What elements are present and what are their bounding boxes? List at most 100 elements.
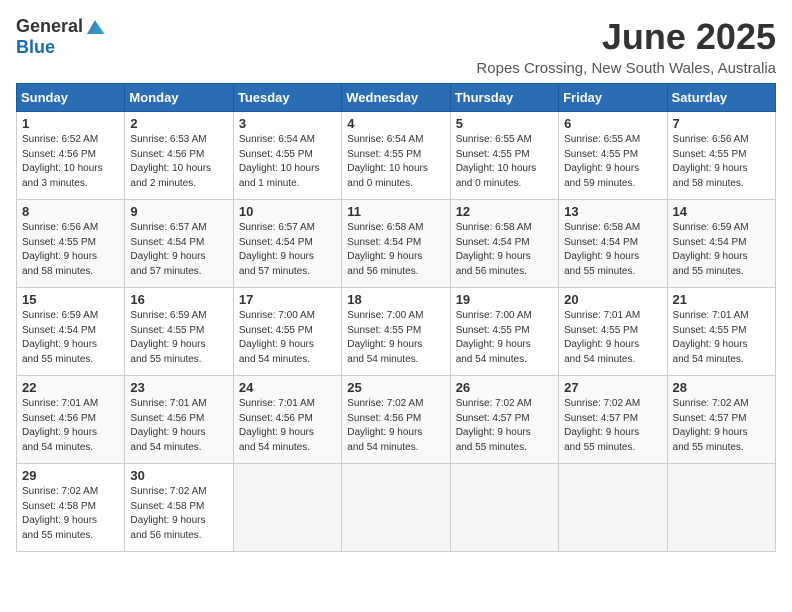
day-info: Sunrise: 6:56 AMSunset: 4:55 PMDaylight:… [22,221,119,279]
logo: General Blue [16,16,105,58]
calendar-cell: 26 Sunrise: 7:02 AMSunset: 4:57 PMDayligh… [450,376,558,464]
day-info: Sunrise: 6:57 AMSunset: 4:54 PMDaylight:… [239,221,336,279]
weekday-header-friday: Friday [559,84,667,112]
day-number: 18 [347,292,444,307]
day-info: Sunrise: 7:00 AMSunset: 4:55 PMDaylight:… [456,309,553,367]
day-number: 23 [130,380,227,395]
day-info: Sunrise: 6:54 AMSunset: 4:55 PMDaylight:… [347,133,444,191]
day-info: Sunrise: 6:52 AMSunset: 4:56 PMDaylight:… [22,133,119,191]
day-number: 11 [347,204,444,219]
calendar-cell: 8Sunrise: 6:56 AMSunset: 4:55 PMDaylight… [17,200,125,288]
calendar-cell: 29 Sunrise: 7:02 AMSunset: 4:58 PMDayligh… [17,464,125,552]
calendar-cell: 7Sunrise: 6:56 AMSunset: 4:55 PMDaylight… [667,112,775,200]
calendar-week-row: 29 Sunrise: 7:02 AMSunset: 4:58 PMDayligh… [17,464,776,552]
calendar-cell: 25 Sunrise: 7:02 AMSunset: 4:56 PMDayligh… [342,376,450,464]
calendar-cell: 14 Sunrise: 6:59 AMSunset: 4:54 PMDayligh… [667,200,775,288]
calendar-cell: 16 Sunrise: 6:59 AMSunset: 4:55 PMDayligh… [125,288,233,376]
day-number: 28 [673,380,770,395]
day-number: 13 [564,204,661,219]
calendar-cell: 18 Sunrise: 7:00 AMSunset: 4:55 PMDayligh… [342,288,450,376]
calendar-cell: 24Sunrise: 7:01 AMSunset: 4:56 PMDayligh… [233,376,341,464]
calendar-cell: 10 Sunrise: 6:57 AMSunset: 4:54 PMDayligh… [233,200,341,288]
day-number: 2 [130,116,227,131]
day-info: Sunrise: 7:01 AMSunset: 4:56 PMDaylight:… [22,397,119,455]
weekday-header-wednesday: Wednesday [342,84,450,112]
calendar-body: 1 Sunrise: 6:52 AMSunset: 4:56 PMDaylight… [17,112,776,552]
calendar-cell: 22 Sunrise: 7:01 AMSunset: 4:56 PMDayligh… [17,376,125,464]
logo-general-text: General [16,16,83,37]
day-info: Sunrise: 7:01 AMSunset: 4:56 PMDaylight:… [239,397,336,455]
day-info: Sunrise: 6:53 AMSunset: 4:56 PMDaylight:… [130,133,227,191]
day-info: Sunrise: 6:59 AMSunset: 4:54 PMDaylight:… [22,309,119,367]
weekday-header-tuesday: Tuesday [233,84,341,112]
calendar-cell: 30 Sunrise: 7:02 AMSunset: 4:58 PMDayligh… [125,464,233,552]
calendar-header: SundayMondayTuesdayWednesdayThursdayFrid… [17,84,776,112]
weekday-header-row: SundayMondayTuesdayWednesdayThursdayFrid… [17,84,776,112]
day-number: 3 [239,116,336,131]
calendar-cell [342,464,450,552]
day-info: Sunrise: 7:02 AMSunset: 4:56 PMDaylight:… [347,397,444,455]
day-number: 30 [130,468,227,483]
calendar-week-row: 15 Sunrise: 6:59 AMSunset: 4:54 PMDayligh… [17,288,776,376]
title-area: June 2025 Ropes Crossing, New South Wale… [476,16,776,77]
calendar-cell [233,464,341,552]
calendar-cell: 17Sunrise: 7:00 AMSunset: 4:55 PMDayligh… [233,288,341,376]
calendar-cell: 3Sunrise: 6:54 AMSunset: 4:55 PMDaylight… [233,112,341,200]
day-number: 25 [347,380,444,395]
logo-icon [85,18,105,36]
header: General Blue June 2025 Ropes Crossing, N… [16,16,776,77]
calendar-cell: 5 Sunrise: 6:55 AMSunset: 4:55 PMDaylight… [450,112,558,200]
calendar-cell: 27 Sunrise: 7:02 AMSunset: 4:57 PMDayligh… [559,376,667,464]
calendar-week-row: 1 Sunrise: 6:52 AMSunset: 4:56 PMDaylight… [17,112,776,200]
day-info: Sunrise: 6:55 AMSunset: 4:55 PMDaylight:… [456,133,553,191]
weekday-header-sunday: Sunday [17,84,125,112]
day-info: Sunrise: 6:59 AMSunset: 4:55 PMDaylight:… [130,309,227,367]
calendar-cell [450,464,558,552]
location-title: Ropes Crossing, New South Wales, Austral… [476,60,776,77]
day-info: Sunrise: 7:02 AMSunset: 4:57 PMDaylight:… [456,397,553,455]
calendar-week-row: 8Sunrise: 6:56 AMSunset: 4:55 PMDaylight… [17,200,776,288]
day-number: 6 [564,116,661,131]
day-number: 27 [564,380,661,395]
day-info: Sunrise: 7:02 AMSunset: 4:57 PMDaylight:… [673,397,770,455]
calendar-cell: 13 Sunrise: 6:58 AMSunset: 4:54 PMDayligh… [559,200,667,288]
day-info: Sunrise: 7:00 AMSunset: 4:55 PMDaylight:… [347,309,444,367]
day-info: Sunrise: 7:01 AMSunset: 4:55 PMDaylight:… [564,309,661,367]
day-info: Sunrise: 6:57 AMSunset: 4:54 PMDaylight:… [130,221,227,279]
calendar-cell: 15 Sunrise: 6:59 AMSunset: 4:54 PMDayligh… [17,288,125,376]
day-number: 29 [22,468,119,483]
day-number: 21 [673,292,770,307]
day-info: Sunrise: 6:59 AMSunset: 4:54 PMDaylight:… [673,221,770,279]
day-number: 16 [130,292,227,307]
day-number: 22 [22,380,119,395]
calendar-cell: 23 Sunrise: 7:01 AMSunset: 4:56 PMDayligh… [125,376,233,464]
day-info: Sunrise: 7:02 AMSunset: 4:58 PMDaylight:… [130,485,227,543]
day-info: Sunrise: 7:01 AMSunset: 4:55 PMDaylight:… [673,309,770,367]
day-info: Sunrise: 6:58 AMSunset: 4:54 PMDaylight:… [564,221,661,279]
day-number: 9 [130,204,227,219]
day-number: 1 [22,116,119,131]
calendar-cell: 2 Sunrise: 6:53 AMSunset: 4:56 PMDaylight… [125,112,233,200]
day-number: 26 [456,380,553,395]
day-number: 10 [239,204,336,219]
day-number: 12 [456,204,553,219]
day-info: Sunrise: 7:02 AMSunset: 4:57 PMDaylight:… [564,397,661,455]
day-info: Sunrise: 7:01 AMSunset: 4:56 PMDaylight:… [130,397,227,455]
day-number: 5 [456,116,553,131]
day-info: Sunrise: 7:02 AMSunset: 4:58 PMDaylight:… [22,485,119,543]
weekday-header-thursday: Thursday [450,84,558,112]
calendar-cell [559,464,667,552]
weekday-header-saturday: Saturday [667,84,775,112]
day-number: 15 [22,292,119,307]
logo-blue-text: Blue [16,37,55,58]
day-info: Sunrise: 6:58 AMSunset: 4:54 PMDaylight:… [347,221,444,279]
day-info: Sunrise: 6:58 AMSunset: 4:54 PMDaylight:… [456,221,553,279]
day-number: 14 [673,204,770,219]
calendar-week-row: 22 Sunrise: 7:01 AMSunset: 4:56 PMDayligh… [17,376,776,464]
calendar-cell: 12 Sunrise: 6:58 AMSunset: 4:54 PMDayligh… [450,200,558,288]
day-number: 17 [239,292,336,307]
month-title: June 2025 [476,16,776,58]
day-number: 4 [347,116,444,131]
day-info: Sunrise: 6:56 AMSunset: 4:55 PMDaylight:… [673,133,770,191]
calendar-cell: 1 Sunrise: 6:52 AMSunset: 4:56 PMDaylight… [17,112,125,200]
